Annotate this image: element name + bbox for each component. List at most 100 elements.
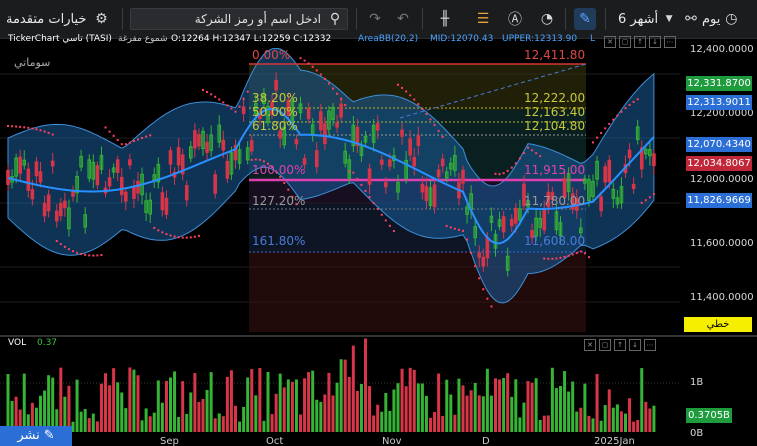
candle-body	[314, 150, 319, 168]
sar-dot	[307, 62, 310, 65]
volume-bar	[104, 373, 107, 432]
drawing-tools-button[interactable]: ☰	[472, 0, 494, 38]
mid-band-label: 12,070.4340	[686, 137, 752, 152]
volume-bar	[652, 405, 656, 432]
sar-dot	[120, 143, 123, 146]
arrow-up-icon[interactable]: ↑	[634, 36, 646, 48]
volume-bar	[445, 379, 449, 432]
publish-button[interactable]: نشر ✎	[0, 426, 72, 446]
sar-dot	[360, 183, 363, 186]
sar-dot	[571, 253, 574, 256]
sar-dot	[283, 181, 286, 184]
sar-dot	[23, 126, 26, 129]
sar-dot	[327, 82, 330, 85]
link-button[interactable]: ⚯	[680, 0, 702, 38]
volume-bar	[595, 374, 599, 432]
volume-bar	[160, 402, 164, 432]
sar-dot	[592, 141, 594, 144]
sar-dot	[474, 265, 477, 268]
sar-dot	[392, 230, 395, 233]
divider	[605, 8, 606, 30]
interval-select[interactable]: يوم ◷	[702, 0, 742, 38]
volume-bar	[416, 383, 420, 432]
undo-button[interactable]: ↶	[392, 0, 414, 38]
sar-dot	[397, 83, 399, 86]
chart-info-bar: TickerChart تاسي (TASI) شموع مفرغة O:122…	[0, 34, 757, 48]
draw-button[interactable]: ✎	[573, 7, 597, 31]
volume-bar	[554, 388, 558, 432]
volume-bar	[587, 415, 591, 432]
volume-bar	[116, 382, 120, 432]
publish-label: نشر	[17, 428, 40, 443]
volume-bar	[603, 405, 607, 432]
indicators-button[interactable]: ╫	[434, 0, 456, 38]
arrow-down-icon[interactable]: ↓	[649, 36, 661, 48]
scale-mode-button[interactable]: خطي	[684, 317, 752, 332]
sar-dot	[551, 257, 554, 260]
sar-dot	[453, 227, 456, 230]
lower-band-label: 11,826.9669	[686, 193, 752, 208]
gear-icon: ⚙	[95, 11, 108, 27]
volume-bar	[331, 395, 335, 432]
candle-body	[38, 171, 43, 183]
badge-text: سوماتي	[14, 56, 50, 69]
candle-body	[176, 147, 181, 166]
sar-dot	[388, 224, 391, 227]
fib-618-value: 12,104.80	[524, 119, 585, 133]
sar-dot	[604, 127, 607, 130]
search-icon[interactable]: ⚲	[325, 9, 345, 29]
volume-bar	[359, 384, 363, 432]
candle-body	[249, 140, 254, 152]
price-chart[interactable]: 0.00% 12,411.80 38.20% 12,222.00 50.00% …	[0, 48, 680, 335]
advanced-options-button[interactable]: خيارات متقدمة ⚙	[6, 0, 112, 38]
period-select[interactable]: 6 أشهر ▼	[618, 0, 680, 38]
volume-bar	[449, 394, 453, 432]
indicator-lower: L	[590, 34, 596, 44]
sar-dot	[226, 104, 229, 107]
volume-bar	[624, 413, 627, 432]
sar-dot	[547, 257, 550, 260]
edit-icon: ✎	[43, 428, 55, 443]
sar-dot	[429, 118, 432, 121]
sar-dot	[112, 134, 115, 137]
volume-bar	[522, 402, 526, 432]
alerts-button[interactable]: Ⓐ	[504, 0, 526, 38]
sar-dot	[648, 196, 651, 199]
candle-body	[400, 129, 404, 137]
sar-dot	[401, 86, 404, 89]
sar-dot	[470, 251, 473, 254]
pencil-icon: ✎	[574, 8, 596, 30]
maximize-icon[interactable]: ▢	[619, 36, 631, 48]
volume-bar	[144, 408, 148, 432]
candle-body	[71, 191, 75, 197]
sar-dot	[579, 250, 582, 253]
redo-button[interactable]: ↷	[364, 0, 386, 38]
volume-bar	[87, 418, 91, 432]
volume-bar	[319, 401, 323, 432]
fib-100-label: 100.00%	[252, 163, 305, 177]
divider	[356, 8, 357, 30]
volume-bar	[640, 368, 644, 432]
period-label: 6 أشهر	[618, 11, 659, 27]
sar-dot	[332, 87, 334, 90]
candle-body	[34, 161, 39, 177]
sar-dot	[258, 158, 261, 161]
divider	[422, 8, 423, 30]
candle-body	[436, 169, 441, 178]
candle-body	[319, 111, 323, 131]
candle-body	[367, 168, 372, 185]
speed-button[interactable]: ◔	[536, 0, 558, 38]
close-icon[interactable]: ✕	[604, 36, 616, 48]
volume-bar	[120, 392, 124, 432]
volume-zero-tick: 0B	[690, 428, 704, 439]
more-icon[interactable]: ⋯	[664, 36, 676, 48]
volume-bar	[286, 379, 290, 432]
sar-dot	[76, 251, 79, 254]
indicator-mid: MID:12070.43	[430, 34, 494, 44]
volume-last-label: 0.3705B	[686, 408, 732, 423]
sar-dot	[413, 98, 416, 101]
volume-bar	[559, 386, 562, 432]
search-input[interactable]: ادخل اسم أو رمز الشركة	[130, 8, 348, 30]
volume-bar	[335, 382, 339, 432]
volume-chart[interactable]: Sep Oct Nov D 2025Jan	[0, 337, 680, 446]
